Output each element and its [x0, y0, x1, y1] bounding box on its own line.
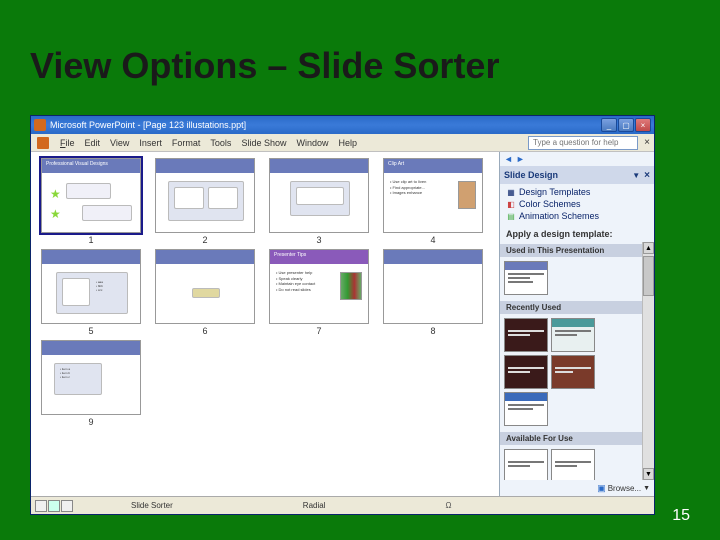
app-icon — [34, 119, 46, 131]
slide-number: 4 — [430, 235, 435, 245]
template-thumbnail[interactable] — [551, 449, 595, 480]
status-template-label: Radial — [303, 501, 326, 510]
menu-view[interactable]: View — [105, 138, 134, 148]
titlebar: Microsoft PowerPoint - [Page 123 illusta… — [31, 116, 654, 134]
workarea: Professional Visual Designs ★ ★ 1 2 — [31, 152, 654, 496]
used-section-header: Used in This Presentation — [500, 244, 642, 257]
doc-icon — [37, 137, 49, 149]
scroll-thumb[interactable] — [643, 256, 654, 296]
slide-thumbnail[interactable]: Clip Art Use clip art to liven Find appr… — [379, 158, 487, 245]
star-icon: ★ — [50, 187, 62, 199]
menu-format[interactable]: Format — [167, 138, 206, 148]
language-icon: Ω — [445, 501, 451, 510]
design-templates-link[interactable]: ▦Design Templates — [506, 186, 648, 198]
slide-title: View Options – Slide Sorter — [30, 45, 499, 87]
pane-close-button[interactable]: × — [644, 170, 650, 181]
slideshow-view-button[interactable] — [61, 500, 73, 512]
menu-slideshow[interactable]: Slide Show — [236, 138, 291, 148]
slide-number: 6 — [202, 326, 207, 336]
available-templates — [500, 445, 642, 480]
pane-nav: ◄ ► — [500, 152, 654, 166]
menu-window[interactable]: Window — [291, 138, 333, 148]
pane-header: Slide Design ▼ × — [500, 166, 654, 184]
view-switcher — [35, 500, 73, 512]
scroll-up-button[interactable]: ▲ — [643, 242, 654, 254]
presentation-page-number: 15 — [672, 507, 690, 525]
pane-title: Slide Design — [504, 170, 632, 180]
used-templates — [500, 257, 642, 299]
color-schemes-link[interactable]: ◧Color Schemes — [506, 198, 648, 210]
slide-thumbnail[interactable]: aaabbbccc 5 — [37, 249, 145, 336]
slide-number: 7 — [316, 326, 321, 336]
minimize-button[interactable]: _ — [601, 118, 617, 132]
maximize-button[interactable]: ▢ — [618, 118, 634, 132]
normal-view-button[interactable] — [35, 500, 47, 512]
recent-section-header: Recently Used — [500, 301, 642, 314]
window-controls: _ ▢ × — [601, 118, 651, 132]
mdi-close-button[interactable]: × — [640, 136, 654, 150]
thumb-title: Clip Art — [388, 161, 404, 167]
slide-design-pane: ◄ ► Slide Design ▼ × ▦Design Templates ◧… — [499, 152, 654, 496]
menu-file[interactable]: File — [55, 138, 80, 148]
template-thumbnail[interactable] — [504, 392, 548, 426]
templates-icon: ▦ — [506, 187, 516, 197]
slide-thumbnail[interactable]: 6 — [151, 249, 259, 336]
pane-dropdown-icon[interactable]: ▼ — [632, 171, 640, 180]
status-mode-label: Slide Sorter — [131, 501, 173, 510]
browse-icon: ▣ — [597, 483, 606, 494]
animation-schemes-link[interactable]: ▤Animation Schemes — [506, 210, 648, 222]
apply-template-label: Apply a design template: — [500, 226, 654, 242]
star-icon: ★ — [50, 207, 62, 219]
thumb-title: Professional Visual Designs — [46, 161, 108, 167]
slide-thumbnail[interactable]: Professional Visual Designs ★ ★ 1 — [37, 158, 145, 245]
template-thumbnail[interactable] — [551, 318, 595, 352]
template-thumbnail[interactable] — [504, 261, 548, 295]
slide-sorter-view[interactable]: Professional Visual Designs ★ ★ 1 2 — [31, 152, 499, 496]
slide-number: 3 — [316, 235, 321, 245]
slide-number: 8 — [430, 326, 435, 336]
slide-number: 1 — [88, 235, 93, 245]
template-thumbnail[interactable] — [504, 318, 548, 352]
thumb-title: Presenter Tips — [274, 252, 306, 258]
template-thumbnail[interactable] — [504, 355, 548, 389]
menu-tools[interactable]: Tools — [205, 138, 236, 148]
help-search-input[interactable] — [528, 136, 638, 150]
slide-thumbnail[interactable]: item aitem bitem c 9 — [37, 340, 145, 427]
slide-thumbnail[interactable]: Presenter Tips Use presenter help Speak … — [265, 249, 373, 336]
pane-options: ▦Design Templates ◧Color Schemes ▤Animat… — [500, 184, 654, 226]
menu-insert[interactable]: Insert — [134, 138, 167, 148]
menubar: File Edit View Insert Format Tools Slide… — [31, 134, 654, 152]
menu-edit[interactable]: Edit — [80, 138, 106, 148]
animation-icon: ▤ — [506, 211, 516, 221]
template-thumbnail[interactable] — [504, 449, 548, 480]
color-icon: ◧ — [506, 199, 516, 209]
pane-back-button[interactable]: ◄ — [504, 154, 513, 164]
powerpoint-window: Microsoft PowerPoint - [Page 123 illusta… — [30, 115, 655, 515]
slide-number: 2 — [202, 235, 207, 245]
status-bar: Slide Sorter Radial Ω — [31, 496, 654, 514]
template-scroller: Used in This Presentation Recently Used … — [500, 242, 654, 480]
recent-templates — [500, 314, 642, 430]
menu-help[interactable]: Help — [333, 138, 362, 148]
close-button[interactable]: × — [635, 118, 651, 132]
scroll-down-button[interactable]: ▼ — [643, 468, 654, 480]
browse-button[interactable]: ▣ Browse... ▼ — [597, 483, 650, 494]
slide-thumbnail[interactable]: 3 — [265, 158, 373, 245]
pane-scrollbar[interactable]: ▲ ▼ — [642, 242, 654, 480]
available-section-header: Available For Use — [500, 432, 642, 445]
slide-thumbnail[interactable]: 8 — [379, 249, 487, 336]
chevron-down-icon: ▼ — [643, 485, 650, 492]
slide-number: 9 — [88, 417, 93, 427]
slide-sorter-view-button[interactable] — [48, 500, 60, 512]
template-thumbnail[interactable] — [551, 355, 595, 389]
slide-thumbnail[interactable]: 2 — [151, 158, 259, 245]
pane-forward-button[interactable]: ► — [516, 154, 525, 164]
titlebar-text: Microsoft PowerPoint - [Page 123 illusta… — [50, 120, 601, 130]
slide-number: 5 — [88, 326, 93, 336]
